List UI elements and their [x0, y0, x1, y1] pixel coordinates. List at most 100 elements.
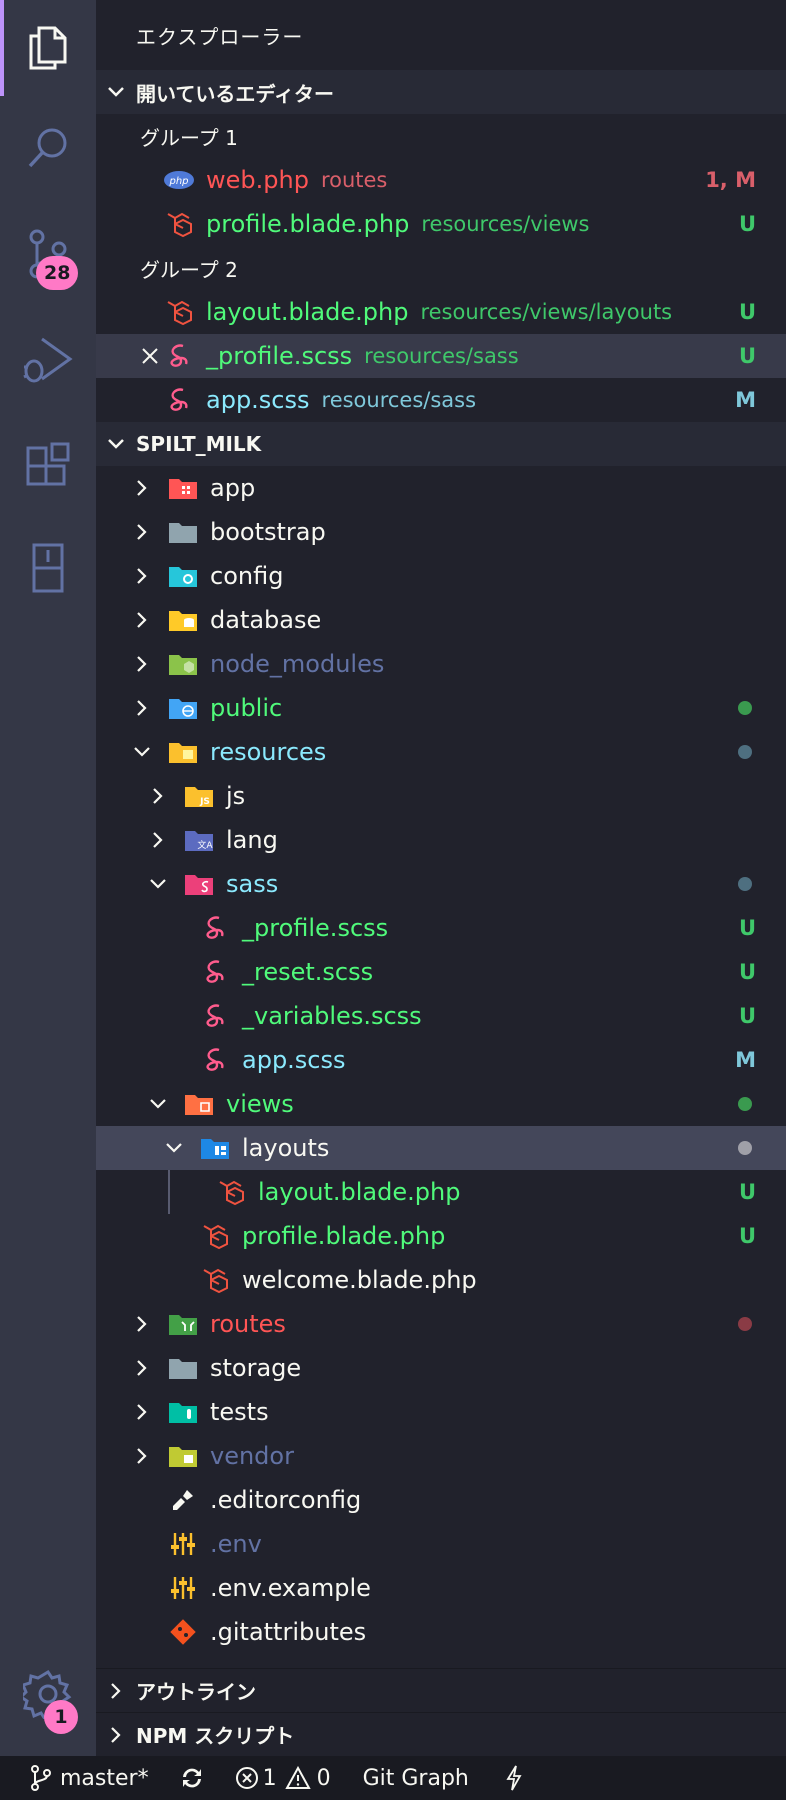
tree-folder[interactable]: bootstrap [96, 510, 786, 554]
extensions-icon[interactable] [0, 418, 96, 514]
file-status: M [735, 388, 756, 412]
tree-folder[interactable]: vendor [96, 1434, 786, 1478]
git-status-dot [738, 1141, 752, 1155]
source-control-icon[interactable]: 28 [0, 206, 96, 302]
file-status: U [738, 212, 756, 236]
folder-public-icon [168, 693, 198, 723]
file-name: web.php [206, 166, 309, 194]
chevron-down-icon [128, 730, 156, 774]
settings-gear-icon[interactable]: 1 [0, 1646, 96, 1742]
tree-label: layout.blade.php [258, 1178, 461, 1206]
file-path: routes [320, 168, 388, 192]
tree-file[interactable]: app.scss M [96, 1038, 786, 1082]
folder-routes-icon [168, 1309, 198, 1339]
project-header[interactable]: SPILT_MILK [96, 422, 786, 466]
file-name: profile.blade.php [206, 210, 410, 238]
open-editor-item[interactable]: layout.blade.php resources/views/layouts… [96, 290, 786, 334]
tree-file[interactable]: _reset.scss U [96, 950, 786, 994]
tree-folder[interactable]: tests [96, 1390, 786, 1434]
tree-file[interactable]: .editorconfig [96, 1478, 786, 1522]
git-status-dot [738, 1317, 752, 1331]
tree-file[interactable]: welcome.blade.php [96, 1258, 786, 1302]
remote-explorer-icon[interactable] [0, 520, 96, 616]
explorer-icon[interactable] [0, 0, 96, 96]
chevron-right-icon [128, 642, 156, 686]
tree-folder-open[interactable]: views [96, 1082, 786, 1126]
env-icon [168, 1529, 198, 1559]
open-editor-item[interactable]: app.scss resources/sass M [96, 378, 786, 422]
sync-button[interactable] [179, 1756, 205, 1800]
folder-node-icon [168, 649, 198, 679]
tree-file[interactable]: .gitattributes [96, 1610, 786, 1654]
chevron-right-icon [96, 1682, 136, 1700]
file-status: 1, M [705, 168, 756, 192]
sidebar-title: エクスプローラー [136, 24, 304, 49]
open-editor-item-active[interactable]: _profile.scss resources/sass U [96, 334, 786, 378]
tree-file[interactable]: .env.example [96, 1566, 786, 1610]
git-status-dot [738, 701, 752, 715]
tree-folder[interactable]: 文A lang [96, 818, 786, 862]
tree-folder[interactable]: JS js [96, 774, 786, 818]
tree-label: vendor [210, 1442, 294, 1470]
tree-folder[interactable]: config [96, 554, 786, 598]
branch-indicator[interactable]: master* [30, 1756, 149, 1800]
outline-panel-header[interactable]: アウトライン [96, 1668, 786, 1712]
open-editor-item[interactable]: profile.blade.php resources/views U [96, 202, 786, 246]
tree-label: layouts [242, 1134, 330, 1162]
chevron-right-icon [128, 554, 156, 598]
file-status: U [738, 960, 756, 984]
tree-label: profile.blade.php [242, 1222, 446, 1250]
tree-label: node_modules [210, 650, 385, 678]
tree-file[interactable]: .env [96, 1522, 786, 1566]
chevron-right-icon [128, 1346, 156, 1390]
tree-file[interactable]: layout.blade.php U [96, 1170, 786, 1214]
open-editors-header[interactable]: 開いているエディター [96, 70, 786, 114]
tree-folder[interactable]: routes [96, 1302, 786, 1346]
folder-sass-open-icon [184, 869, 214, 899]
tree-folder[interactable]: database [96, 598, 786, 642]
open-editor-item[interactable]: php web.php routes 1, M [96, 158, 786, 202]
sass-icon [164, 385, 194, 415]
tree-file[interactable]: _variables.scss U [96, 994, 786, 1038]
folder-resources-open-icon [168, 737, 198, 767]
git-status-dot [738, 1097, 752, 1111]
close-icon[interactable] [136, 347, 164, 365]
tree-file[interactable]: _profile.scss U [96, 906, 786, 950]
tree-folder-open[interactable]: sass [96, 862, 786, 906]
editorconfig-icon [168, 1485, 198, 1515]
folder-database-icon [168, 605, 198, 635]
error-count: 1 [262, 1765, 277, 1791]
feedback-button[interactable] [505, 1756, 523, 1800]
file-status: U [738, 1180, 756, 1204]
search-icon[interactable] [0, 100, 96, 196]
tree-folder[interactable]: public [96, 686, 786, 730]
svg-text:php: php [168, 176, 188, 187]
tree-folder[interactable]: storage [96, 1346, 786, 1390]
file-status: U [738, 300, 756, 324]
tree-label: .env.example [210, 1574, 371, 1602]
npm-scripts-panel-header[interactable]: NPM スクリプト [96, 1712, 786, 1756]
laravel-icon [216, 1177, 246, 1207]
run-debug-icon[interactable] [0, 312, 96, 408]
folder-layouts-open-icon [200, 1133, 230, 1163]
tree-label: app.scss [242, 1046, 346, 1074]
problems-indicator[interactable]: 1 0 [235, 1756, 331, 1800]
activity-bar: 28 1 [0, 0, 96, 1756]
tree-file[interactable]: profile.blade.php U [96, 1214, 786, 1258]
git-graph-button[interactable]: Git Graph [363, 1756, 469, 1800]
scm-badge: 28 [36, 256, 79, 290]
laravel-icon [164, 297, 194, 327]
tree-folder-open[interactable]: resources [96, 730, 786, 774]
explorer-sidebar: エクスプローラー 開いているエディター グループ 1 php web.php r… [96, 0, 786, 1756]
branch-name: master* [60, 1765, 149, 1791]
chevron-right-icon [96, 1726, 136, 1744]
tree-folder[interactable]: node_modules [96, 642, 786, 686]
sass-icon [200, 957, 230, 987]
sass-icon [200, 913, 230, 943]
settings-badge: 1 [44, 1700, 78, 1734]
chevron-right-icon [128, 1390, 156, 1434]
tree-folder[interactable]: app [96, 466, 786, 510]
chevron-down-icon [160, 1126, 188, 1170]
tree-label: database [210, 606, 322, 634]
tree-folder-open-selected[interactable]: layouts [96, 1126, 786, 1170]
